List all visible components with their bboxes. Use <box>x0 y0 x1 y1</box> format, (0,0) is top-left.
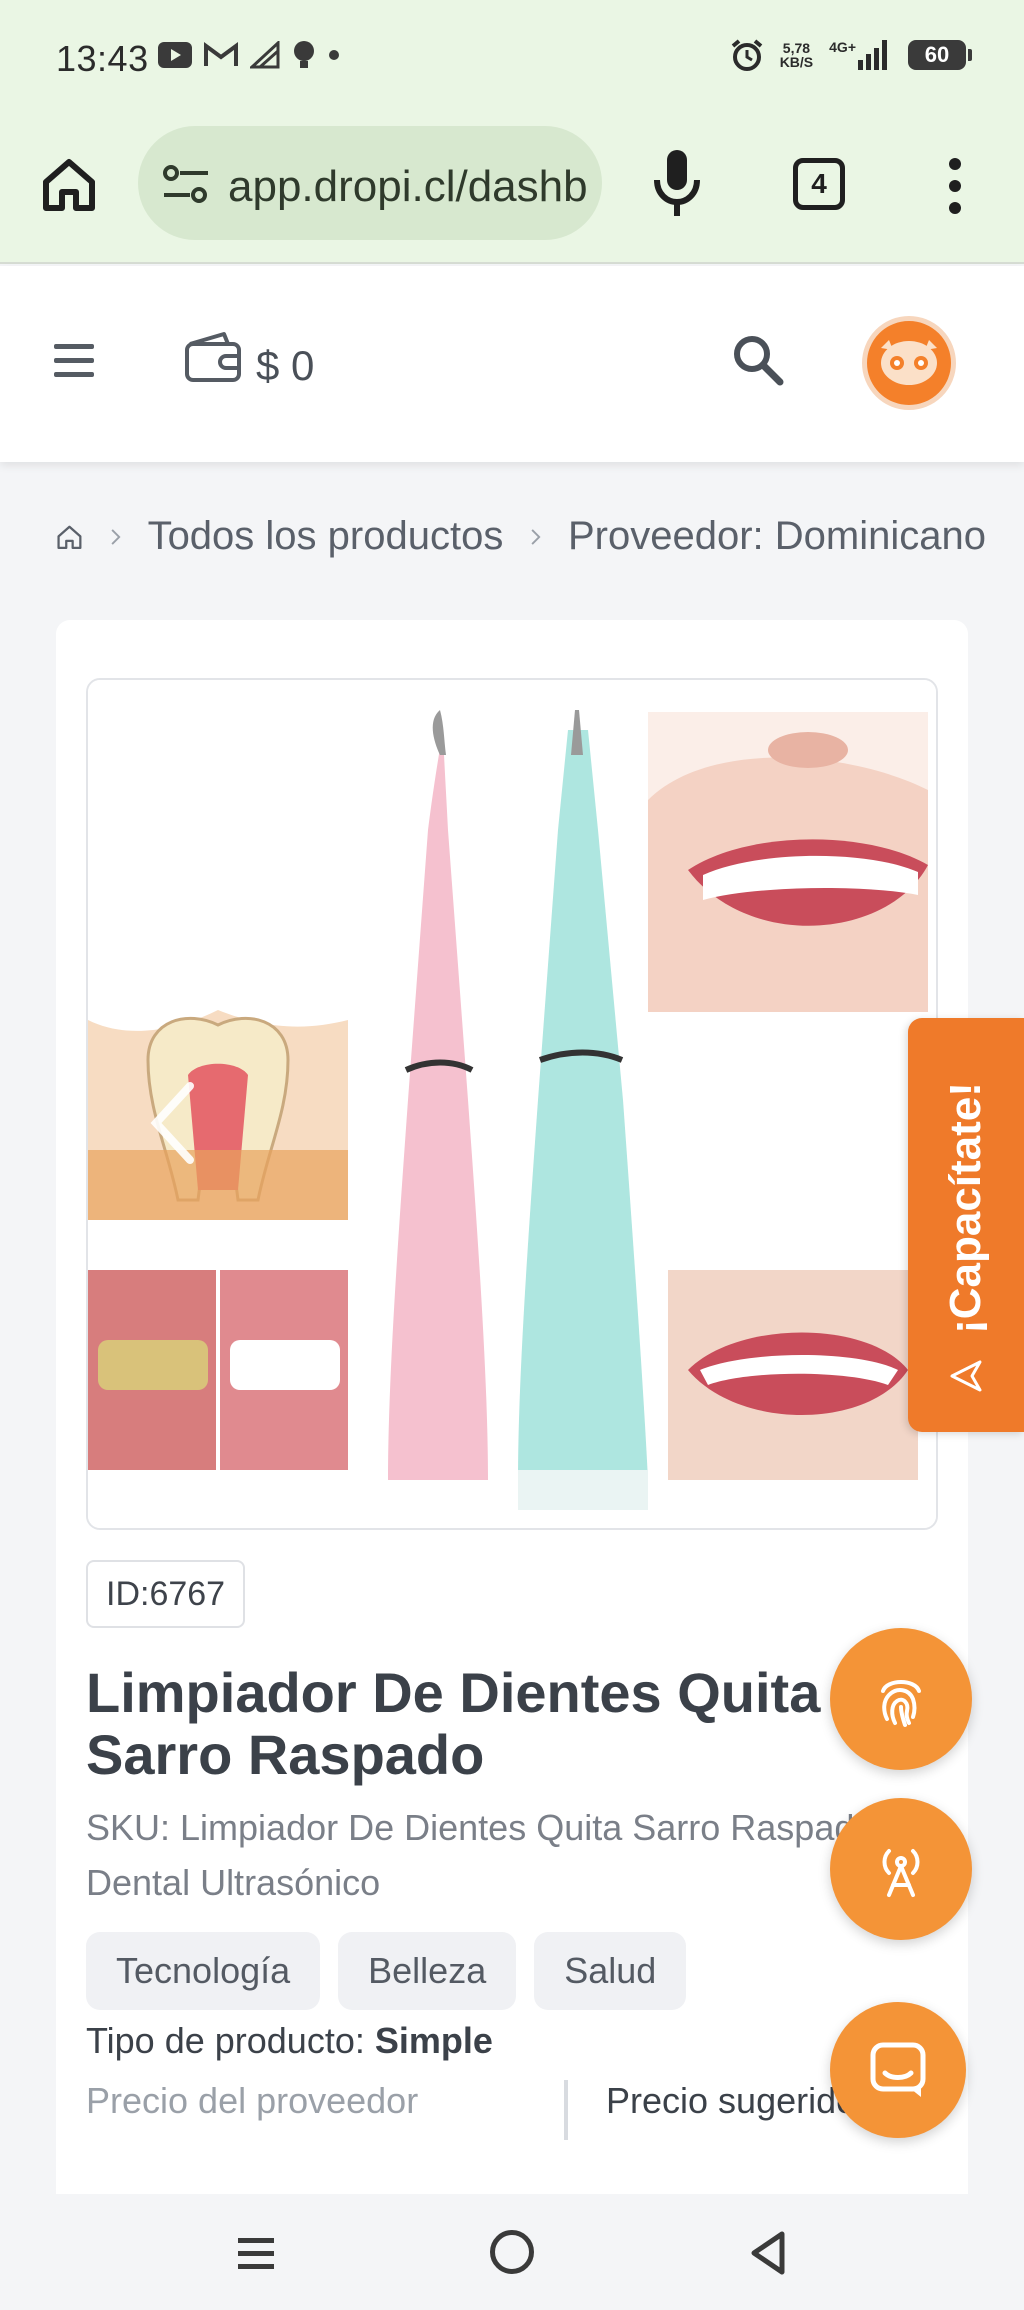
product-sku: SKU: Limpiador De Dientes Quita Sarro Ra… <box>86 1807 875 1903</box>
home-icon[interactable] <box>40 156 98 214</box>
battery-indicator: 60 <box>908 40 972 70</box>
price-section: Precio del proveedor Precio sugerido <box>86 2080 938 2140</box>
gmail-icon <box>204 42 238 66</box>
data-saver-icon <box>250 41 280 69</box>
back-icon[interactable] <box>748 2230 788 2276</box>
chevron-right-icon <box>111 528 121 545</box>
net-speed-unit: KB/S <box>779 54 814 70</box>
net-speed: 5,78 KB/S <box>780 41 813 69</box>
status-bar: 13:43 5,78 KB/S 4G+ 60 <box>0 0 1024 118</box>
category-tag[interactable]: Salud <box>534 1932 687 2010</box>
product-image-gallery[interactable] <box>86 678 938 1530</box>
microphone-icon[interactable] <box>650 148 704 220</box>
price-provider-label: Precio del proveedor <box>86 2080 419 2121</box>
product-image <box>88 680 936 1528</box>
chat-button[interactable] <box>830 2002 966 2138</box>
net-speed-value: 5,78 <box>782 40 811 56</box>
product-type-value: Simple <box>374 2020 493 2061</box>
site-settings-icon[interactable] <box>162 164 210 204</box>
wallet-icon[interactable] <box>184 330 242 384</box>
dot-icon <box>329 50 339 60</box>
category-tag[interactable]: Tecnología <box>86 1932 321 2010</box>
product-title: Limpiador De Dientes Quita Sarro Raspado <box>86 1661 821 1786</box>
price-suggested-label: Precio sugerido <box>606 2080 857 2121</box>
fingerprint-icon <box>881 1680 921 1727</box>
browser-toolbar: app.dropi.cl/dashboard 4 <box>0 118 1024 264</box>
category-tags: Tecnología Belleza Salud <box>86 1932 687 2010</box>
fingerprint-button[interactable] <box>830 1628 972 1770</box>
status-notification-icons <box>158 40 340 70</box>
product-type-label: Tipo de producto: <box>86 2020 365 2061</box>
avatar[interactable] <box>862 316 956 410</box>
chevron-right-icon[interactable] <box>826 1080 876 1166</box>
breadcrumb-provider[interactable]: Proveedor: Dominicano <box>568 514 986 559</box>
antenna-icon <box>882 1849 920 1897</box>
recent-apps-icon[interactable] <box>236 2234 276 2274</box>
tab-switcher-button[interactable]: 4 <box>793 158 845 210</box>
wallet-balance[interactable]: $ 0 <box>256 342 314 390</box>
signal-icon <box>858 40 887 70</box>
rocket-icon <box>950 1360 982 1392</box>
status-time: 13:43 <box>56 38 149 79</box>
breadcrumb-all-products[interactable]: Todos los productos <box>148 514 504 559</box>
chat-icon <box>870 2042 926 2097</box>
category-tag[interactable]: Belleza <box>338 1932 517 2010</box>
user-avatar-icon <box>881 340 937 385</box>
app-header: $ 0 <box>0 266 1024 462</box>
menu-icon[interactable] <box>52 340 96 380</box>
product-id-badge: ID:6767 <box>86 1560 246 1628</box>
home-icon[interactable] <box>56 516 83 558</box>
chevron-left-icon[interactable] <box>148 1080 198 1166</box>
status-system-icons: 5,78 KB/S 4G+ 60 <box>730 38 972 72</box>
more-options-icon[interactable] <box>940 156 970 216</box>
price-divider <box>564 2080 568 2140</box>
system-nav-bar <box>0 2194 1024 2310</box>
nav-home-button[interactable] <box>490 2230 534 2274</box>
search-icon[interactable] <box>730 332 786 388</box>
breadcrumb: Todos los productos Proveedor: Dominican… <box>56 514 986 559</box>
url-text: app.dropi.cl/dashboard <box>228 162 588 211</box>
chevron-right-icon <box>531 528 541 545</box>
youtube-icon <box>158 42 192 68</box>
product-type: Tipo de producto: Simple <box>86 2020 493 2062</box>
network-type: 4G+ <box>829 39 856 55</box>
lightbulb-icon <box>294 41 314 68</box>
broadcast-button[interactable] <box>830 1798 972 1940</box>
training-tab-label: ¡Capacítate! <box>941 1082 990 1335</box>
signal-group: 4G+ <box>829 40 892 70</box>
address-bar[interactable]: app.dropi.cl/dashboard <box>138 126 602 240</box>
training-side-tab[interactable]: ¡Capacítate! <box>908 1018 1024 1432</box>
alarm-icon <box>731 39 762 71</box>
